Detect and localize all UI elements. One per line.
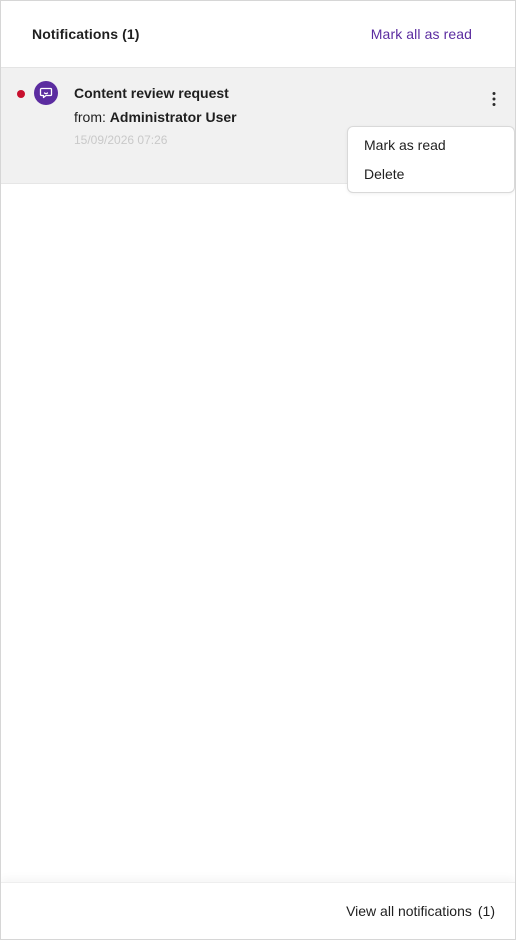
from-label: from: — [74, 109, 106, 125]
more-options-icon[interactable] — [483, 88, 505, 110]
delete-menu-item[interactable]: Delete — [364, 166, 404, 182]
mark-all-read-button[interactable]: Mark all as read — [371, 26, 472, 42]
notification-context-menu: Mark as read Delete — [347, 126, 515, 193]
notification-sender: Administrator User — [109, 109, 237, 125]
chat-bubble-icon — [34, 81, 58, 105]
mark-as-read-menu-item[interactable]: Mark as read — [364, 137, 446, 153]
view-all-label: View all notifications — [346, 903, 472, 919]
notifications-footer: View all notifications (1) — [1, 882, 515, 939]
header-title: Notifications (1) — [32, 26, 140, 42]
view-all-notifications-link[interactable]: View all notifications (1) — [346, 903, 495, 919]
notifications-panel: Notifications (1) Mark all as read Conte… — [0, 0, 516, 940]
notification-timestamp: 15/09/2026 07:26 — [74, 133, 168, 147]
notification-from: from: Administrator User — [74, 109, 237, 125]
notifications-header: Notifications (1) Mark all as read — [1, 1, 515, 68]
unread-indicator — [17, 90, 25, 98]
notification-title: Content review request — [74, 85, 229, 101]
view-all-count: (1) — [477, 903, 495, 919]
